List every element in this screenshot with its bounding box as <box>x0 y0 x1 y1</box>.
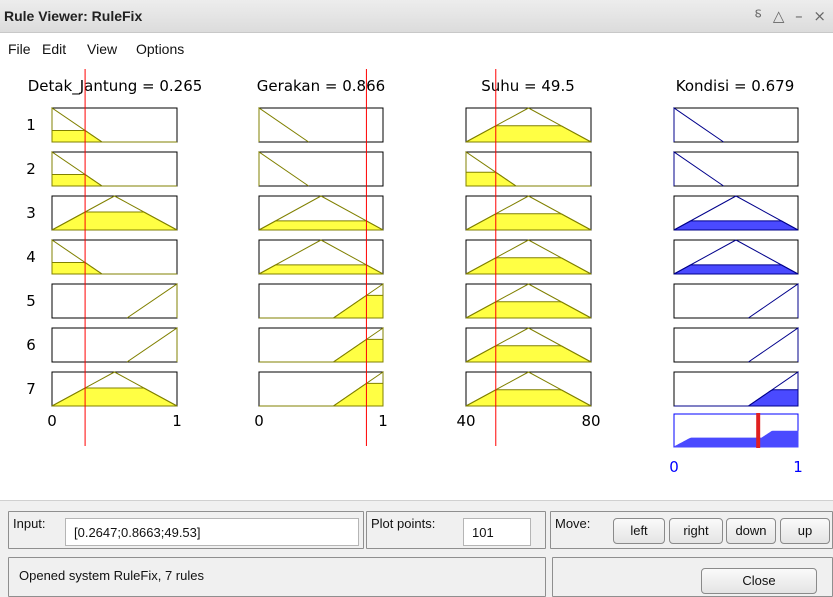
status-bar: Opened system RuleFix, 7 rules <box>8 557 546 597</box>
gerakan-tick-min: 0 <box>254 412 264 430</box>
menu-bar: File Edit View Options <box>0 33 833 63</box>
rule-number-2: 2 <box>26 160 36 178</box>
rule-plot[interactable]: 1234567Detak_Jantung = 0.2650 1Gerakan = … <box>0 63 833 500</box>
move-down-button[interactable]: down <box>726 518 776 544</box>
title-bar: Rule Viewer: RuleFix ⸹ △ – × <box>0 0 833 33</box>
plot-points-group: Plot points: 101 <box>366 511 546 549</box>
move-left-button[interactable]: left <box>613 518 665 544</box>
input-field[interactable]: [0.2647;0.8663;49.53] <box>65 518 359 546</box>
move-up-button[interactable]: up <box>780 518 830 544</box>
status-text: Opened system RuleFix, 7 rules <box>19 568 204 583</box>
move-group: Move: left right down up <box>550 511 833 549</box>
detak-tick-min: 0 <box>47 412 57 430</box>
detak-rule-6-box <box>51 327 178 363</box>
rule-number-6: 6 <box>26 336 36 354</box>
window-title: Rule Viewer: RuleFix <box>4 8 143 24</box>
gerakan-rule-1-box <box>258 107 384 143</box>
rule-number-4: 4 <box>26 248 36 266</box>
close-group: Close <box>552 557 833 597</box>
menu-options[interactable]: Options <box>136 41 184 57</box>
detak-rule-5-box <box>51 283 178 319</box>
kondisi-tick-max: 1 <box>793 458 803 476</box>
input-group: Input: [0.2647;0.8663;49.53] <box>8 511 364 549</box>
menu-edit[interactable]: Edit <box>42 41 66 57</box>
gerakan-tick-max: 1 <box>378 412 388 430</box>
move-right-button[interactable]: right <box>669 518 723 544</box>
window-controls[interactable]: ⸹ △ – × <box>754 6 829 26</box>
kondisi-rule-5-box <box>673 283 799 319</box>
gerakan-rule-3-fill <box>258 220 384 231</box>
close-button[interactable]: Close <box>701 568 817 594</box>
suhu-tick-max: 80 <box>581 412 600 430</box>
control-panel: Input: [0.2647;0.8663;49.53] Plot points… <box>0 500 833 597</box>
kondisi-tick-min: 0 <box>669 458 679 476</box>
input-label: Input: <box>13 516 46 531</box>
kondisi-rule-3-fill <box>673 220 799 231</box>
rule-number-3: 3 <box>26 204 36 222</box>
plot-points-field[interactable]: 101 <box>463 518 531 546</box>
rule-number-7: 7 <box>26 380 36 398</box>
kondisi-rule-2-box <box>673 151 799 187</box>
rule-number-5: 5 <box>26 292 36 310</box>
gerakan-rule-4-fill <box>258 264 384 275</box>
rule-number-1: 1 <box>26 116 36 134</box>
detak-header: Detak_Jantung = 0.265 <box>28 77 203 96</box>
gerakan-rule-2-box <box>258 151 384 187</box>
detak-tick-max: 1 <box>172 412 182 430</box>
kondisi-header: Kondisi = 0.679 <box>676 77 795 95</box>
kondisi-rule-1-box <box>673 107 799 143</box>
kondisi-rule-4-fill <box>673 264 799 275</box>
menu-view[interactable]: View <box>87 41 117 57</box>
kondisi-rule-6-box <box>673 327 799 363</box>
plot-points-label: Plot points: <box>371 516 436 531</box>
suhu-tick-min: 40 <box>456 412 475 430</box>
move-label: Move: <box>555 516 591 531</box>
suhu-header: Suhu = 49.5 <box>481 77 575 95</box>
menu-file[interactable]: File <box>8 41 31 57</box>
